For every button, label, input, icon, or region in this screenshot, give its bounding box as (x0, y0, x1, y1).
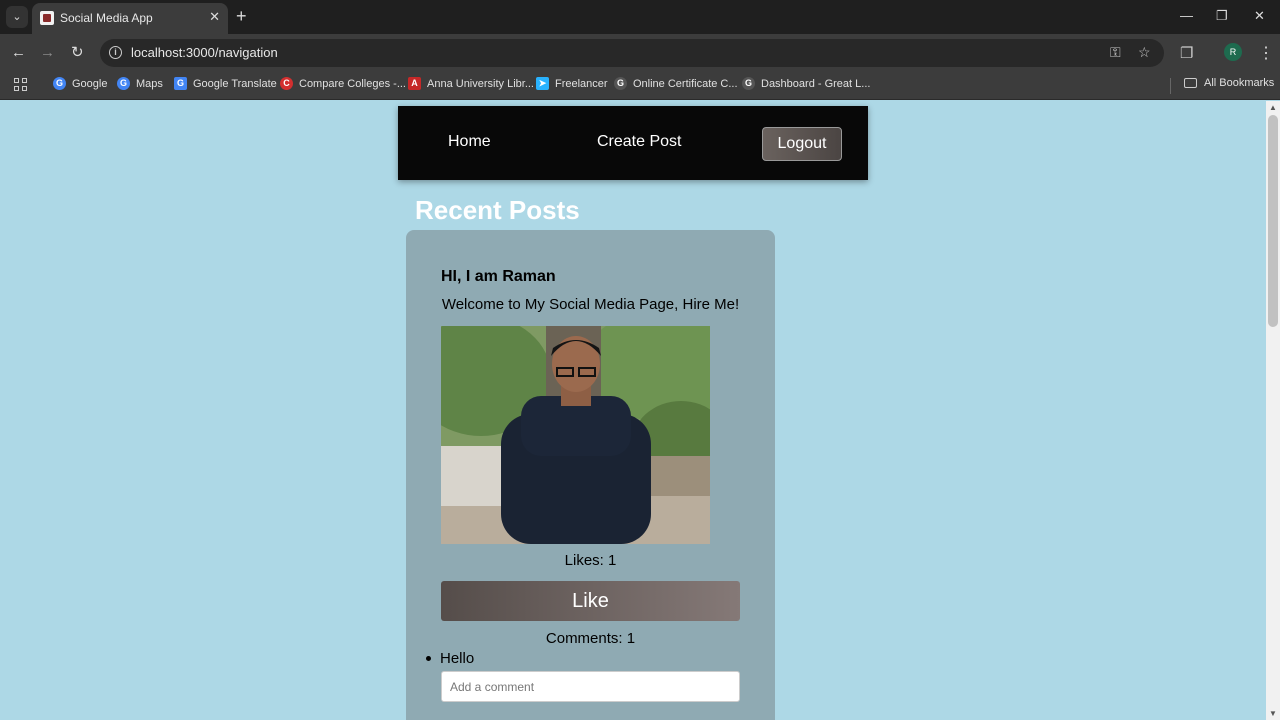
nav-home-link[interactable]: Home (448, 133, 491, 151)
forward-button[interactable]: → (40, 44, 55, 62)
bookmarks-bar: G Google G Maps G Google Translate C Com… (0, 72, 1280, 100)
bookmark-label: Maps (136, 77, 163, 90)
profile-avatar[interactable]: R (1224, 43, 1242, 61)
bookmark-google-translate[interactable]: G Google Translate (174, 77, 277, 90)
browser-tab[interactable]: Social Media App ✕ (32, 3, 228, 34)
back-button[interactable]: ← (11, 44, 26, 62)
post-card: HI, I am Raman Welcome to My Social Medi… (406, 230, 775, 720)
browser-tab-bar: ⌄ Social Media App ✕ + — ❐ ✕ (0, 0, 1280, 34)
google-icon: G (117, 77, 130, 90)
browser-menu-icon[interactable]: ⋮ (1258, 43, 1274, 63)
reload-button[interactable]: ↻ (71, 44, 84, 62)
likes-count: Likes: 1 (564, 552, 617, 569)
bookmark-anna-university[interactable]: A Anna University Libr... (408, 77, 534, 90)
minimize-button[interactable]: — (1180, 8, 1193, 23)
university-icon: A (408, 77, 421, 90)
bookmarks-divider (1170, 78, 1171, 94)
bookmark-star-icon[interactable]: ☆ (1138, 44, 1151, 61)
freelancer-icon: ➤ (536, 77, 549, 90)
folder-icon (1184, 78, 1197, 88)
all-bookmarks-label: All Bookmarks (1204, 77, 1275, 89)
google-icon: G (742, 77, 755, 90)
recent-posts-heading: Recent Posts (415, 195, 580, 225)
bookmark-label: Compare Colleges -... (299, 77, 406, 90)
comment-list: Hello (426, 650, 474, 667)
apps-grid-icon[interactable] (14, 78, 28, 92)
tab-title: Social Media App (60, 11, 153, 25)
bookmark-label: Dashboard - Great L... (761, 77, 871, 90)
browser-toolbar: ← → ↻ i localhost:3000/navigation ⚿ ☆ ❐ … (0, 34, 1280, 72)
bookmark-freelancer[interactable]: ➤ Freelancer (536, 77, 608, 90)
restore-button[interactable]: ❐ (1216, 8, 1228, 24)
address-bar[interactable]: i localhost:3000/navigation ⚿ ☆ (100, 39, 1164, 67)
app-favicon-icon (40, 11, 54, 25)
extensions-icon[interactable]: ❐ (1180, 44, 1193, 62)
post-photo-graphic (441, 326, 710, 544)
comment-item: Hello (426, 650, 474, 667)
like-button[interactable]: Like (441, 581, 740, 621)
bookmark-label: Google Translate (193, 77, 277, 90)
bookmark-label: Anna University Libr... (427, 77, 534, 90)
bookmark-label: Freelancer (555, 77, 608, 90)
all-bookmarks-button[interactable]: All Bookmarks (1184, 77, 1274, 89)
scroll-down-arrow-icon[interactable]: ▼ (1269, 709, 1277, 718)
post-title: HI, I am Raman (441, 268, 556, 285)
google-icon: G (614, 77, 627, 90)
close-tab-icon[interactable]: ✕ (209, 9, 220, 25)
bookmark-dashboard[interactable]: G Dashboard - Great L... (742, 77, 870, 90)
scroll-up-arrow-icon[interactable]: ▲ (1269, 103, 1277, 112)
close-window-button[interactable]: ✕ (1254, 8, 1265, 24)
compare-icon: C (280, 77, 293, 90)
site-info-icon[interactable]: i (109, 46, 122, 59)
google-icon: G (53, 77, 66, 90)
nav-create-post-link[interactable]: Create Post (597, 133, 681, 151)
bookmark-label: Online Certificate C... (633, 77, 738, 90)
scrollbar-thumb[interactable] (1268, 115, 1278, 327)
bookmark-compare-colleges[interactable]: C Compare Colleges -... (280, 77, 406, 90)
tab-search-button[interactable]: ⌄ (6, 6, 28, 28)
bookmark-google[interactable]: G Google (53, 77, 107, 90)
bookmark-maps[interactable]: G Maps (117, 77, 163, 90)
url-text: localhost:3000/navigation (131, 45, 278, 60)
page-scrollbar[interactable]: ▲ ▼ (1266, 101, 1280, 720)
comments-count: Comments: 1 (545, 630, 636, 647)
app-navbar: Home Create Post Logout (398, 106, 868, 180)
comment-input[interactable] (441, 671, 740, 702)
bookmark-online-certificate[interactable]: G Online Certificate C... (614, 77, 738, 90)
bookmark-label: Google (72, 77, 108, 90)
password-key-icon[interactable]: ⚿ (1110, 44, 1121, 61)
post-image (441, 326, 710, 544)
logout-button[interactable]: Logout (762, 127, 842, 161)
translate-icon: G (174, 77, 187, 90)
new-tab-button[interactable]: + (236, 6, 247, 26)
post-body: Welcome to My Social Media Page, Hire Me… (441, 296, 740, 313)
